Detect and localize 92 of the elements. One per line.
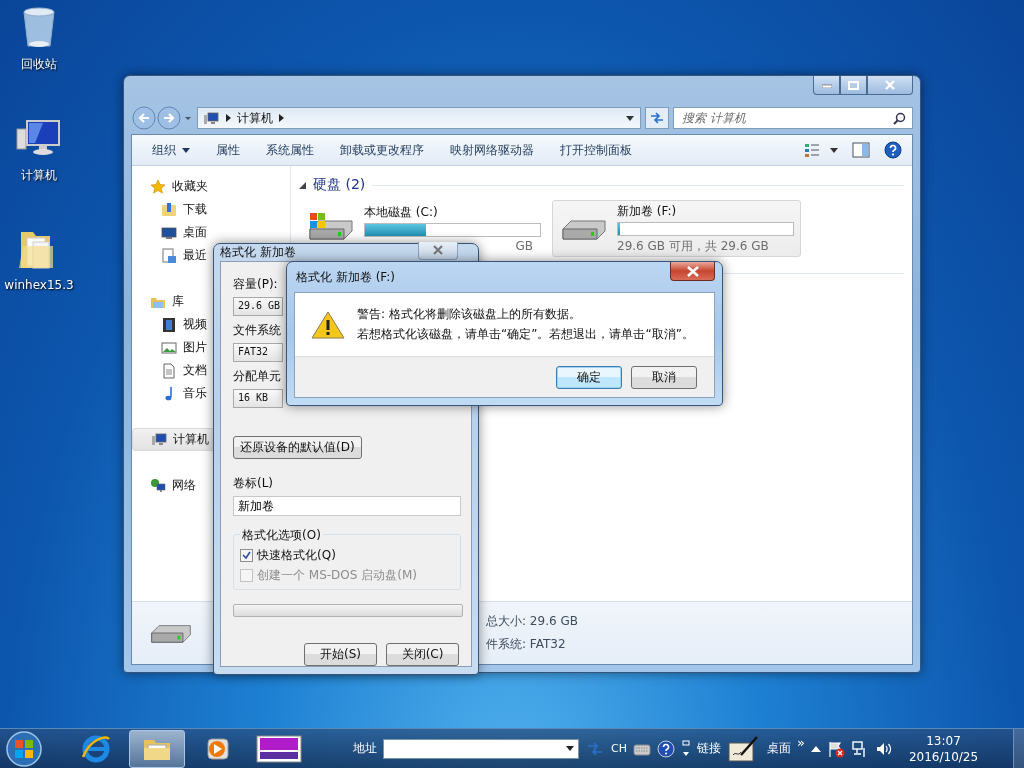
dialog-button[interactable]: 关闭(C): [386, 643, 459, 666]
close-icon: [685, 265, 700, 277]
network-icon: [150, 477, 166, 494]
drive-tile[interactable]: 新加卷 (F:) 29.6 GB 可用，共 29.6 GB: [552, 200, 801, 257]
options-icon[interactable]: [680, 739, 691, 758]
toolbar-button[interactable]: 映射网络驱动器: [444, 138, 540, 162]
field-label: 卷标(L): [233, 475, 274, 492]
field-label: 分配单元: [233, 368, 281, 385]
group-heading[interactable]: 硬盘 (2): [313, 176, 366, 194]
pen-tablet-icon[interactable]: [726, 734, 761, 763]
more-button[interactable]: »: [796, 735, 805, 750]
search-icon[interactable]: [893, 112, 906, 125]
star-icon: [150, 178, 166, 195]
field-label: 文件系统: [233, 322, 281, 339]
dropdown-icon[interactable]: [626, 115, 634, 121]
toolbar-button[interactable]: 属性: [210, 138, 246, 162]
field-label: 容量(P):: [233, 276, 278, 293]
computer-icon: [151, 431, 167, 448]
message-text: 若想格式化该磁盘，请单击“确定”。若想退出，请单击“取消”。: [357, 326, 694, 343]
dialog-button[interactable]: 取消: [631, 365, 697, 389]
restore-defaults-button[interactable]: 还原设备的默认值(D): [233, 436, 362, 459]
preview-pane-icon[interactable]: [852, 142, 870, 158]
drive-name: 新加卷 (F:): [617, 202, 678, 220]
minimize-button[interactable]: [813, 76, 840, 95]
monitor-icon: [161, 224, 177, 241]
toolbar-button[interactable]: 组织: [146, 138, 196, 162]
toolbar-label[interactable]: 桌面: [766, 740, 791, 757]
drive-name: 本地磁盘 (C:): [364, 204, 439, 221]
view-options-icon[interactable]: [804, 142, 838, 158]
warning-icon: [311, 309, 345, 340]
detail-text: 件系统: FAT32: [486, 636, 567, 653]
document-icon: [161, 247, 177, 264]
checkbox-label[interactable]: 快速格式化(Q): [257, 547, 336, 564]
breadcrumb-arrow-icon[interactable]: [226, 114, 231, 122]
taskbar-button[interactable]: [129, 729, 185, 768]
dropdown-field[interactable]: FAT32: [233, 343, 283, 362]
desktop-icon-label[interactable]: 回收站: [21, 56, 57, 73]
desktop-icon-label[interactable]: 计算机: [21, 167, 57, 184]
dialog-button[interactable]: 确定: [556, 365, 622, 389]
help-icon[interactable]: [884, 141, 902, 159]
refresh-button[interactable]: [645, 107, 669, 129]
show-hidden-icons-icon[interactable]: [810, 745, 821, 752]
close-icon: [432, 245, 444, 255]
group-title: 格式化选项(O): [240, 527, 323, 544]
address-field[interactable]: [383, 738, 579, 759]
window-title: 格式化 新加卷 (F:): [296, 268, 395, 286]
checkbox[interactable]: [240, 549, 253, 562]
close-button[interactable]: [867, 76, 913, 95]
nav-item[interactable]: 收藏夹: [132, 175, 290, 198]
minimize-icon: [821, 82, 832, 88]
back-forward-icon[interactable]: [131, 105, 193, 131]
toolbar-label[interactable]: 链接: [696, 740, 721, 757]
folder-icon: [161, 201, 177, 218]
keyboard-icon[interactable]: [632, 741, 651, 756]
nav-item[interactable]: 桌面: [132, 221, 290, 244]
language-indicator[interactable]: CH: [611, 742, 627, 755]
window-title: 格式化 新加卷: [220, 244, 296, 261]
dropdown-field[interactable]: 16 KB: [233, 389, 283, 408]
clock-time[interactable]: 13:07: [926, 732, 961, 749]
breadcrumb-arrow-icon[interactable]: [279, 114, 284, 122]
caret-icon: [182, 147, 190, 153]
document-icon: [161, 362, 177, 379]
toolbar-button[interactable]: 打开控制面板: [554, 138, 638, 162]
clock-date[interactable]: 2016/10/25: [908, 748, 979, 765]
toolbar-button[interactable]: 系统属性: [260, 138, 320, 162]
close-button[interactable]: [670, 262, 715, 281]
drive-space-text: 29.6 GB 可用，共 29.6 GB: [617, 237, 769, 255]
close-icon: [884, 80, 896, 90]
toolbar-button[interactable]: 卸载或更改程序: [334, 138, 430, 162]
address-label: 地址: [353, 740, 377, 757]
dropdown-icon[interactable]: [566, 746, 574, 751]
search-field[interactable]: 搜索 计算机: [673, 107, 913, 129]
dropdown-field[interactable]: 29.6 GB: [233, 297, 283, 316]
dialog-button[interactable]: 开始(S): [304, 643, 377, 666]
desktop-icon-label[interactable]: winhex15.3: [4, 278, 74, 292]
collapse-icon[interactable]: [299, 181, 306, 189]
drive-tile[interactable]: 本地磁盘 (C:) GB: [299, 200, 548, 257]
action-center-flag-icon[interactable]: [826, 739, 845, 758]
start-button-icon[interactable]: [4, 728, 44, 768]
computer-icon: [202, 111, 220, 125]
refresh-icon: [649, 111, 665, 125]
detail-text: 总大小: 29.6 GB: [486, 613, 578, 630]
nav-item[interactable]: 下载: [132, 198, 290, 221]
address-bar[interactable]: 计算机: [197, 107, 641, 129]
message-text: 警告: 格式化将删除该磁盘上的所有数据。: [357, 306, 582, 323]
maximize-button[interactable]: [840, 76, 867, 95]
maximize-icon: [848, 80, 859, 90]
picture-icon: [161, 339, 177, 356]
drive-space-text: GB: [515, 239, 533, 253]
film-icon: [161, 316, 177, 333]
volume-label-field[interactable]: 新加卷: [233, 496, 461, 516]
breadcrumb-item[interactable]: 计算机: [237, 109, 273, 127]
